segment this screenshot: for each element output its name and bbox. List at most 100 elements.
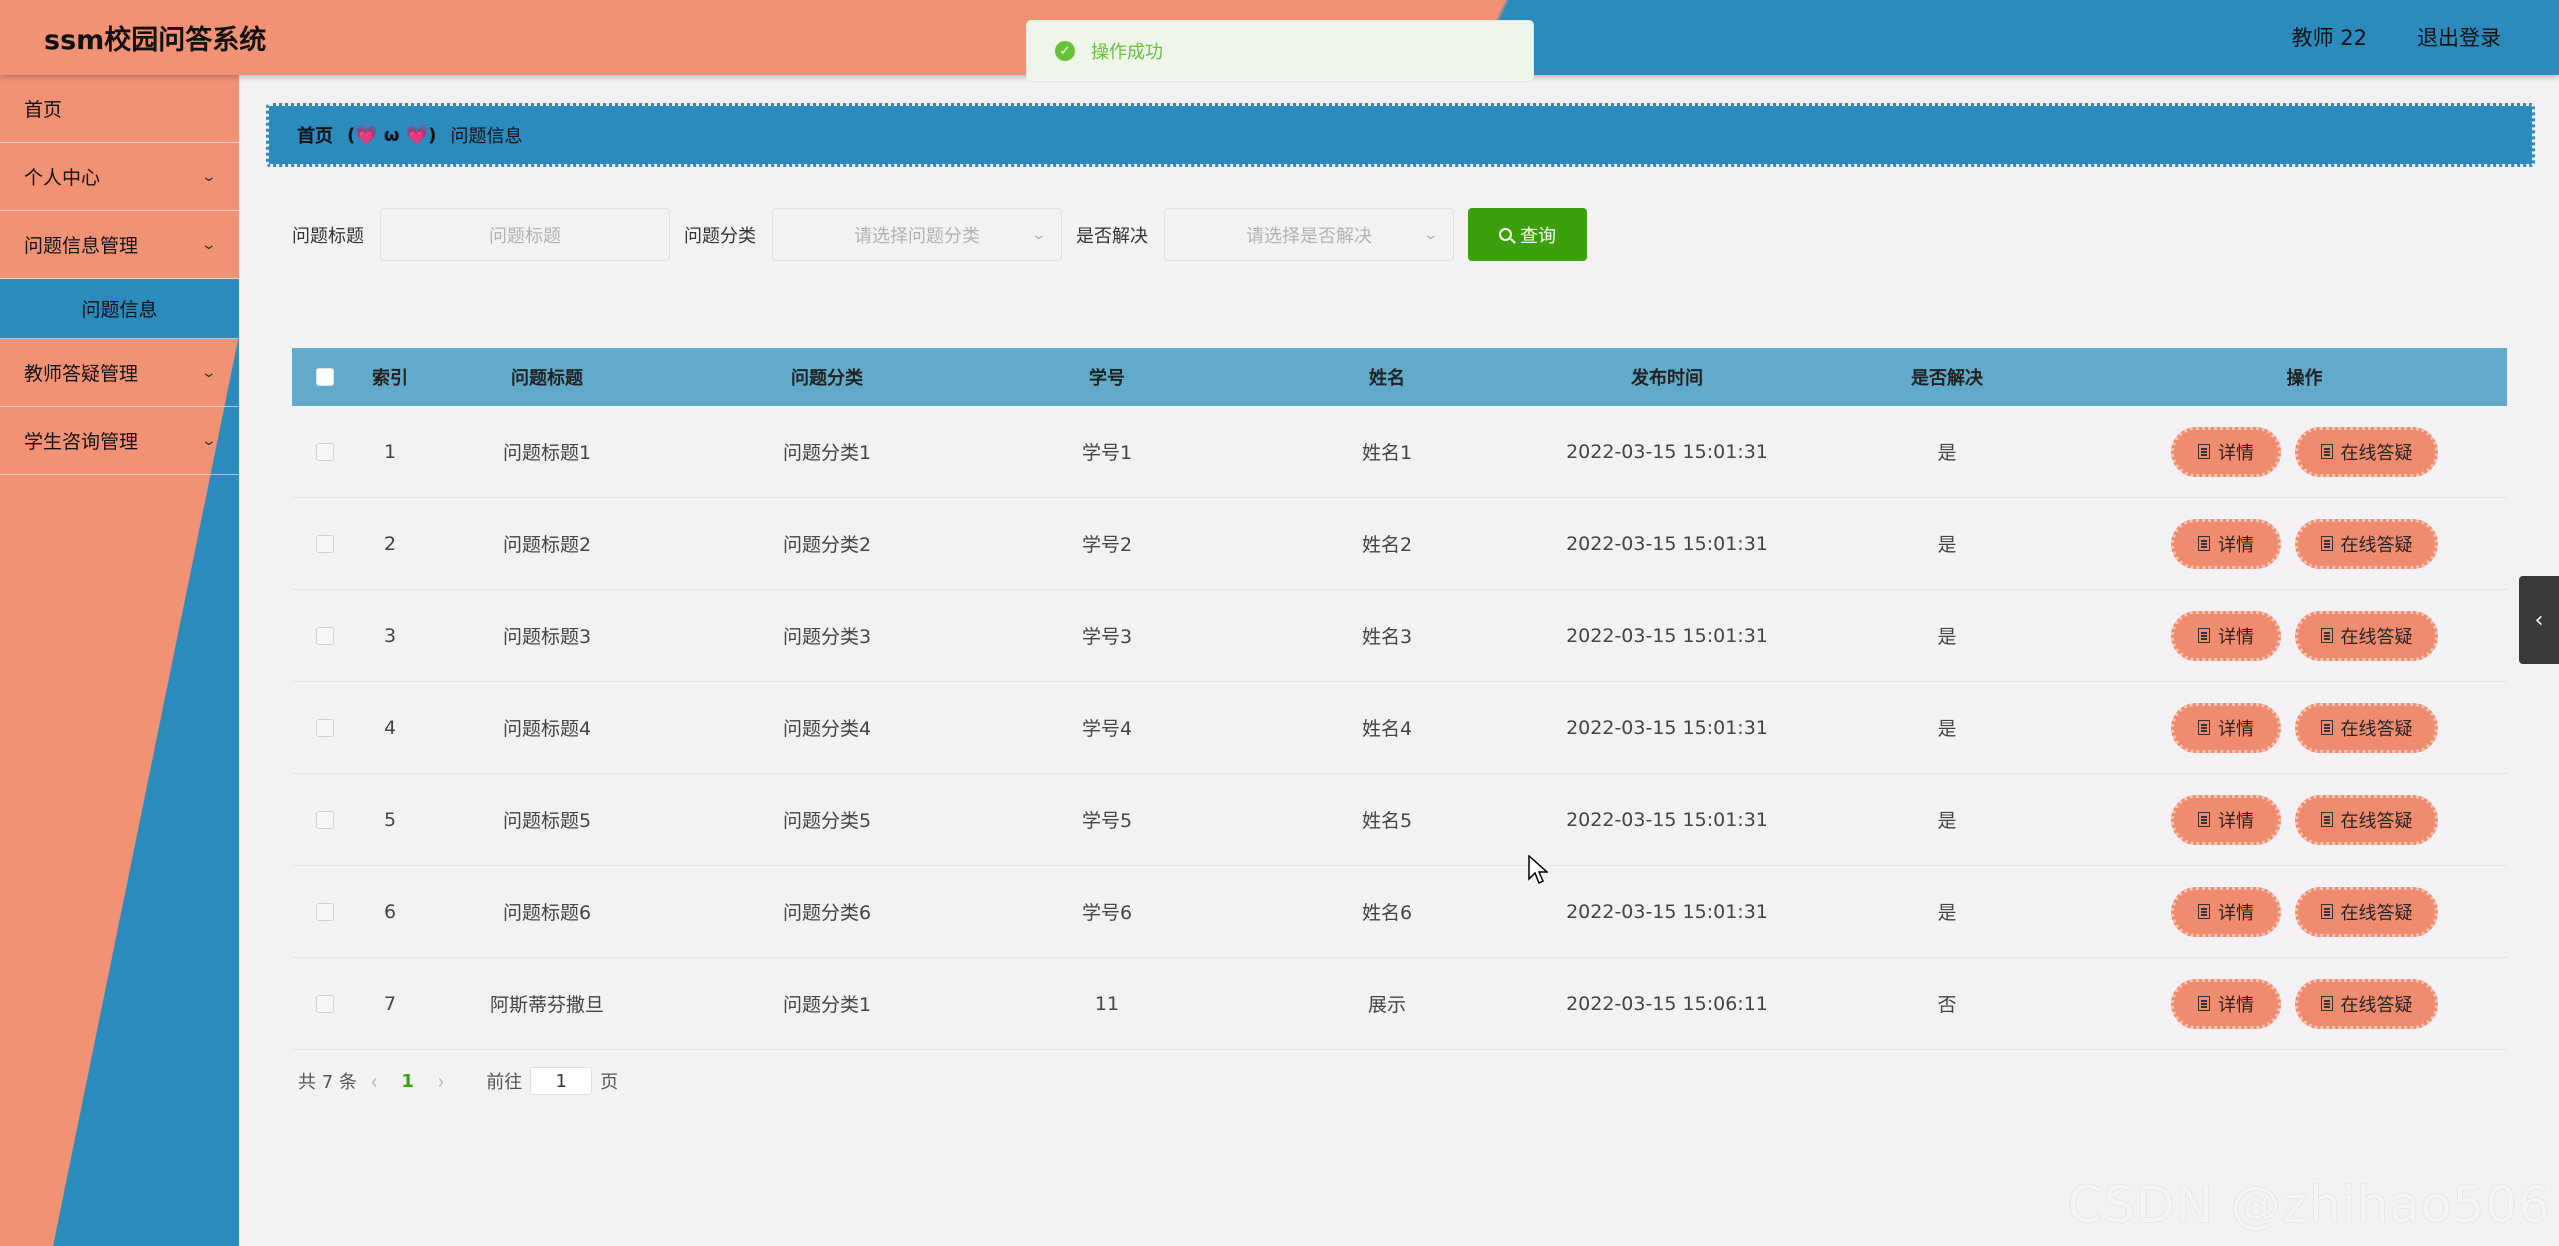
detail-button-label: 详情: [2218, 718, 2254, 740]
cell-student-no: 学号4: [1081, 718, 1133, 740]
row-checkbox[interactable]: [316, 442, 334, 461]
cell-category: 问题分类6: [782, 902, 872, 924]
header-name: 姓名: [1369, 368, 1405, 389]
detail-button-label: 详情: [2218, 994, 2254, 1016]
detail-button[interactable]: 详情: [2171, 794, 2281, 845]
row-checkbox[interactable]: [316, 626, 334, 645]
online-answer-button[interactable]: 在线答疑: [2295, 518, 2438, 569]
sidebar-item-home[interactable]: 首页: [0, 75, 239, 143]
csdn-watermark: CSDN @zhihao506: [2067, 1176, 2551, 1234]
cell-solved: 是: [1937, 442, 1957, 464]
detail-button-label: 详情: [2218, 534, 2254, 556]
check-circle-icon: ✓: [1055, 41, 1075, 61]
side-panel-toggle[interactable]: ‹: [2519, 576, 2559, 664]
cell-solved: 是: [1937, 810, 1957, 832]
row-checkbox[interactable]: [316, 994, 334, 1013]
cell-category: 问题分类3: [782, 626, 872, 648]
sidebar-item-personal-center[interactable]: 个人中心 ⌄: [0, 143, 239, 211]
chevron-down-icon: ⌄: [200, 236, 218, 253]
cell-name: 姓名3: [1361, 626, 1413, 648]
cell-name: 姓名5: [1361, 810, 1413, 832]
online-answer-button[interactable]: 在线答疑: [2295, 610, 2438, 661]
chevron-down-icon: ⌄: [1030, 226, 1048, 243]
cell-solved: 是: [1937, 718, 1957, 740]
detail-button[interactable]: 详情: [2171, 610, 2281, 661]
category-select[interactable]: 请选择问题分类 ⌄: [772, 208, 1062, 261]
chevron-left-icon[interactable]: ‹: [371, 1068, 377, 1095]
category-filter-label: 问题分类: [684, 225, 756, 247]
search-bar: 问题标题 问题标题 问题分类 请选择问题分类 ⌄ 是否解决 请选择是否解决 ⌄ …: [292, 208, 1587, 261]
header-index: 索引: [372, 368, 408, 389]
cell-actions: 详情 在线答疑: [2102, 794, 2507, 845]
cell-title: 问题标题5: [502, 810, 592, 832]
online-answer-button-label: 在线答疑: [2340, 442, 2413, 464]
online-answer-button-label: 在线答疑: [2340, 718, 2413, 740]
sidebar-subitem-question-info[interactable]: 问题信息: [0, 279, 239, 339]
detail-button[interactable]: 详情: [2171, 518, 2281, 569]
sidebar: 首页 个人中心 ⌄ 问题信息管理 ⌄ 问题信息 教师答疑管理 ⌄ 学生咨询管理 …: [0, 75, 239, 1246]
cell-solved: 否: [1937, 994, 1957, 1016]
online-answer-button[interactable]: 在线答疑: [2295, 702, 2438, 753]
chevron-left-icon: ‹: [2534, 607, 2544, 633]
solved-select-placeholder: 请选择是否解决: [1246, 225, 1372, 247]
pagination-current-page[interactable]: 1: [401, 1071, 414, 1092]
detail-button[interactable]: 详情: [2171, 886, 2281, 937]
query-button[interactable]: 查询: [1468, 208, 1587, 261]
chevron-down-icon: ⌄: [200, 364, 218, 381]
cell-student-no: 学号5: [1081, 810, 1133, 832]
cell-title: 问题标题2: [502, 534, 592, 556]
document-icon: [2320, 720, 2333, 735]
cell-time: 2022-03-15 15:01:31: [1566, 624, 1768, 647]
cell-time: 2022-03-15 15:01:31: [1566, 900, 1768, 923]
header-category: 问题分类: [791, 368, 863, 389]
select-all-checkbox[interactable]: [316, 368, 334, 386]
cell-student-no: 学号1: [1081, 442, 1133, 464]
cell-time: 2022-03-15 15:01:31: [1566, 532, 1768, 555]
sidebar-item-label: 学生咨询管理: [24, 431, 139, 453]
title-search-input[interactable]: 问题标题: [380, 208, 670, 261]
cell-category: 问题分类1: [782, 442, 872, 464]
cell-category: 问题分类2: [782, 534, 872, 556]
cell-solved: 是: [1937, 626, 1957, 648]
select-all-cell: [292, 368, 358, 386]
cell-actions: 详情 在线答疑: [2102, 426, 2507, 477]
row-checkbox[interactable]: [316, 902, 334, 921]
document-icon: [2198, 812, 2210, 827]
cell-name: 姓名2: [1361, 534, 1413, 556]
online-answer-button[interactable]: 在线答疑: [2295, 794, 2438, 845]
document-icon: [2320, 996, 2333, 1011]
current-user: 教师 22: [2291, 26, 2367, 50]
solved-select[interactable]: 请选择是否解决 ⌄: [1164, 208, 1454, 261]
row-checkbox[interactable]: [316, 534, 334, 553]
document-icon: [2320, 812, 2333, 827]
mouse-cursor-icon: [1528, 855, 1548, 885]
cell-index: 3: [383, 624, 397, 647]
row-checkbox[interactable]: [316, 718, 334, 737]
online-answer-button[interactable]: 在线答疑: [2295, 886, 2438, 937]
chevron-down-icon: ⌄: [1422, 226, 1440, 243]
pagination-goto-input[interactable]: 1: [530, 1067, 593, 1095]
sidebar-item-student-consult-management[interactable]: 学生咨询管理 ⌄: [0, 407, 239, 475]
sidebar-item-question-management[interactable]: 问题信息管理 ⌄: [0, 211, 239, 279]
cell-student-no: 11: [1094, 992, 1120, 1015]
table-row: 7 阿斯蒂芬撒旦 问题分类1 11 展示 2022-03-15 15:06:11…: [292, 958, 2507, 1050]
cell-title: 问题标题3: [502, 626, 592, 648]
online-answer-button[interactable]: 在线答疑: [2295, 978, 2438, 1029]
solved-filter-label: 是否解决: [1076, 225, 1148, 247]
breadcrumb-home[interactable]: 首页: [297, 122, 333, 148]
sidebar-item-teacher-answer-management[interactable]: 教师答疑管理 ⌄: [0, 339, 239, 407]
row-checkbox[interactable]: [316, 810, 334, 829]
document-icon: [2198, 536, 2210, 551]
breadcrumb-current: 问题信息: [450, 126, 523, 147]
sidebar-item-label: 教师答疑管理: [24, 363, 139, 385]
chevron-right-icon[interactable]: ›: [438, 1068, 444, 1095]
detail-button[interactable]: 详情: [2171, 978, 2281, 1029]
table-row: 5 问题标题5 问题分类5 学号5 姓名5 2022-03-15 15:01:3…: [292, 774, 2507, 866]
detail-button[interactable]: 详情: [2171, 426, 2281, 477]
cell-name: 姓名4: [1361, 718, 1413, 740]
online-answer-button-label: 在线答疑: [2340, 810, 2413, 832]
detail-button[interactable]: 详情: [2171, 702, 2281, 753]
online-answer-button[interactable]: 在线答疑: [2295, 426, 2438, 477]
document-icon: [2320, 628, 2333, 643]
logout-button[interactable]: 退出登录: [2417, 22, 2501, 52]
